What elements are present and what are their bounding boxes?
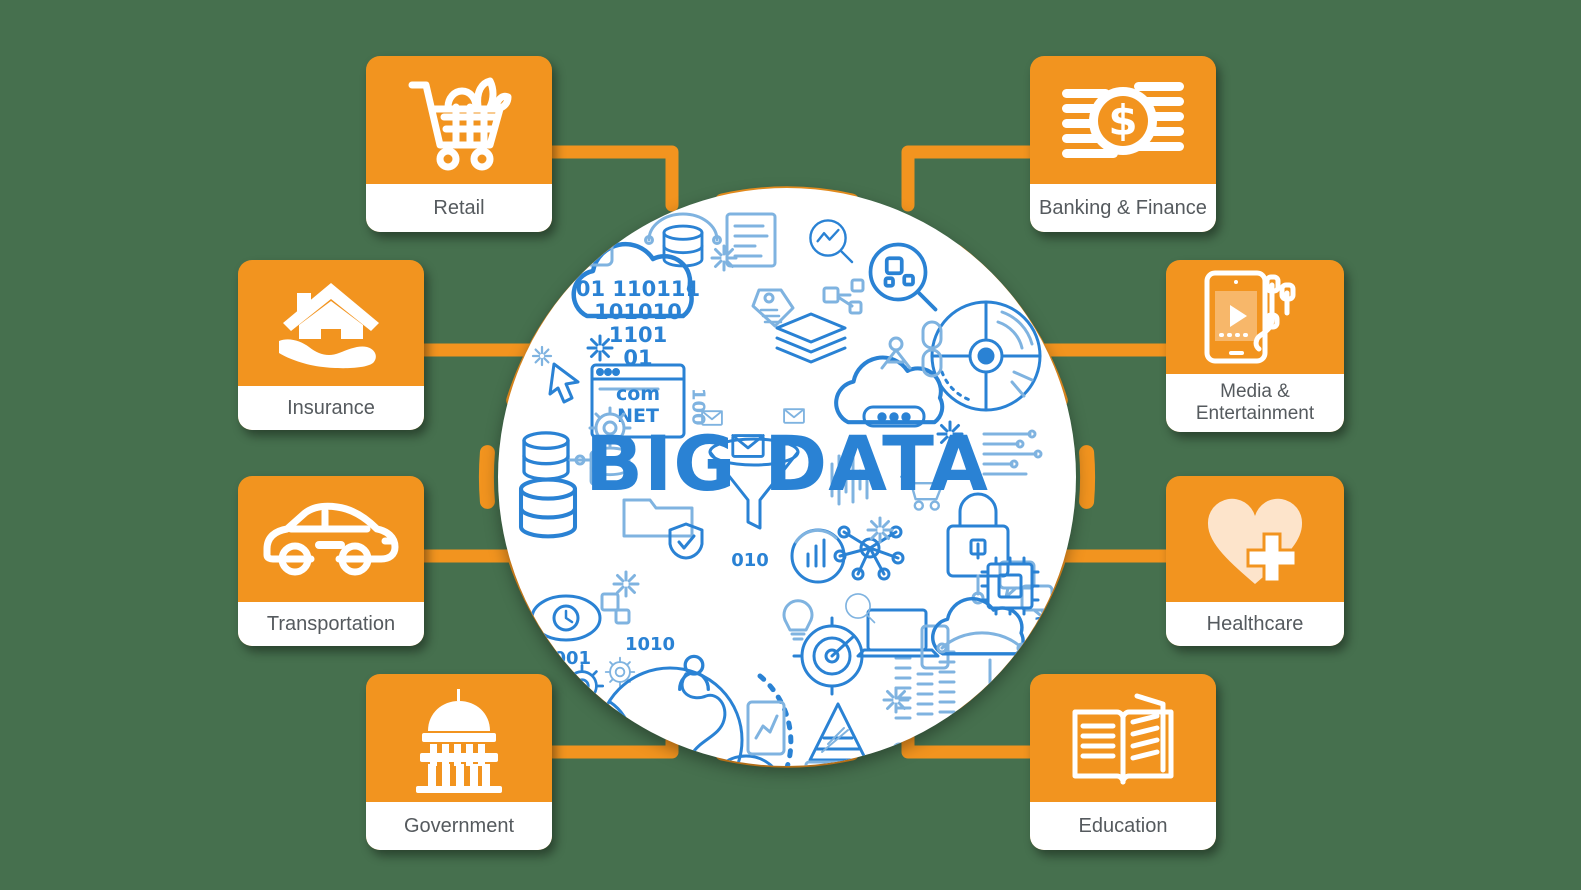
card-label-banking-finance: Banking & Finance [1030,184,1216,232]
card-retail[interactable]: Retail [366,56,552,232]
card-label-education: Education [1030,802,1216,850]
card-label-media-entertainment: Media & Entertainment [1166,374,1344,432]
money-coin-icon: $ [1030,56,1216,184]
svg-text:com: com [616,383,660,405]
card-media-entertainment[interactable]: Media & Entertainment [1166,260,1344,432]
svg-text:1101: 1101 [609,323,667,347]
card-healthcare[interactable]: Healthcare [1166,476,1344,646]
card-label-government: Government [366,802,552,850]
svg-text:010: 010 [731,550,769,571]
heart-cross-icon [1166,476,1344,602]
svg-text:01: 01 [557,716,582,737]
capitol-building-icon [366,674,552,802]
card-label-insurance: Insurance [238,386,424,430]
card-insurance[interactable]: Insurance [238,260,424,430]
smartphone-play-earphones-icon [1166,260,1344,374]
svg-text:11: 11 [1033,614,1058,635]
ring-arc-left [478,445,495,509]
svg-text:01 110111: 01 110111 [576,277,700,301]
card-label-transportation: Transportation [238,602,424,646]
card-government[interactable]: Government [366,674,552,850]
infographic-canvas: 01 110111 101010 1101 01 com NET 100 010… [0,0,1581,890]
open-book-icon [1030,674,1216,802]
card-banking-finance[interactable]: $ Banking & Finance [1030,56,1216,232]
card-education[interactable]: Education [1030,674,1216,850]
shopping-cart-icon [366,56,552,184]
card-transportation[interactable]: Transportation [238,476,424,646]
svg-text:1010: 1010 [625,634,675,655]
svg-text:$: $ [1108,96,1137,145]
ring-arc-right [1079,445,1096,509]
svg-text:101010: 101010 [594,300,682,324]
big-data-hub: 01 110111 101010 1101 01 com NET 100 010… [498,188,1076,766]
house-in-hand-icon [238,260,424,386]
car-icon [238,476,424,602]
svg-text:1001: 1001 [541,648,591,669]
card-label-healthcare: Healthcare [1166,602,1344,646]
card-label-retail: Retail [366,184,552,232]
hub-title: BIG DATA [585,419,989,508]
